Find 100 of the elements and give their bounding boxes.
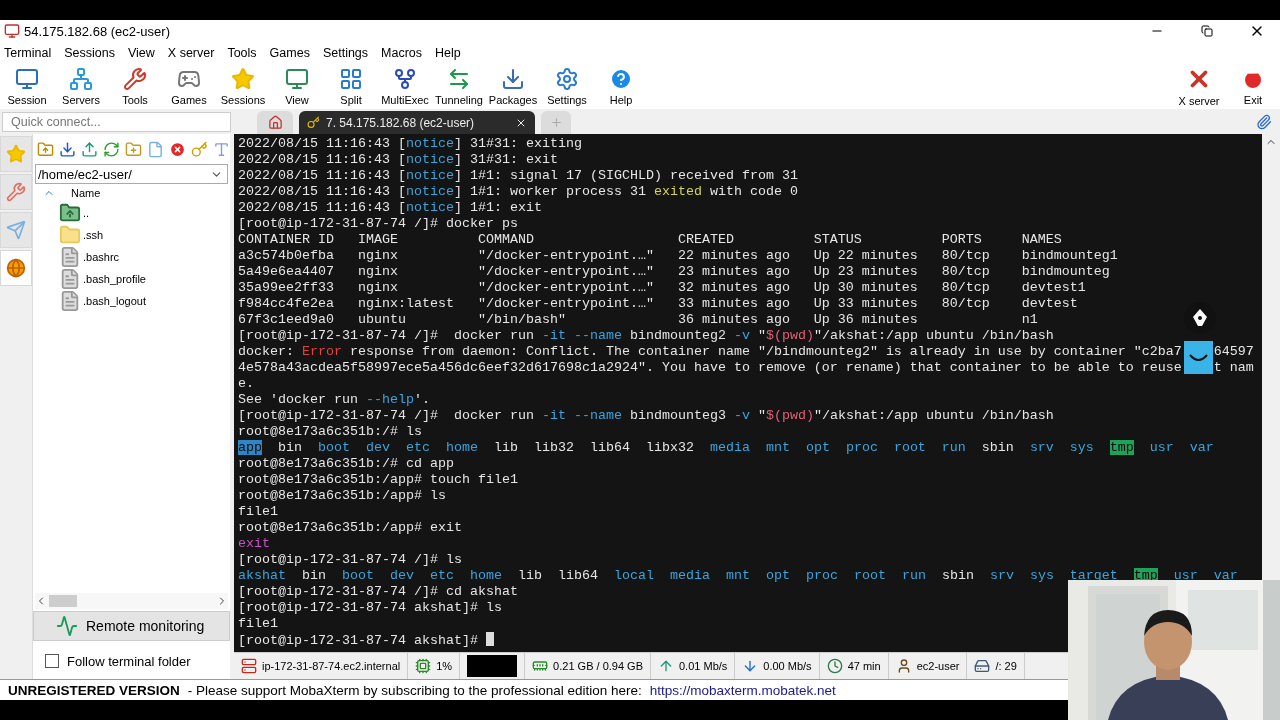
session-tab[interactable]: 7. 54.175.182.68 (ec2-user) <box>299 111 535 134</box>
menu-item[interactable]: Macros <box>381 45 423 60</box>
paper-plane-icon <box>6 220 26 240</box>
terminal-line: [root@ip-172-31-87-74 akshat]# ls <box>238 600 503 616</box>
status-text: 1% <box>436 660 453 672</box>
path-dropdown[interactable]: /home/ec2-user/ <box>35 164 228 184</box>
terminal-line: file1 <box>238 616 279 632</box>
support-message: - Please support MobaXterm by subscribing to the professional edition here: <box>187 682 642 698</box>
network-icon <box>69 66 93 91</box>
toolbar-button[interactable]: Help <box>594 64 648 108</box>
remote-monitoring-button[interactable]: Remote monitoring <box>33 611 230 641</box>
toolbar-button[interactable]: Packages <box>486 64 540 108</box>
clock-icon <box>826 658 843 674</box>
delete-icon[interactable] <box>169 140 186 158</box>
file-icon <box>59 246 81 268</box>
home-icon <box>267 115 283 130</box>
file-name[interactable]: .bashrc <box>83 251 120 263</box>
terminal-line: 4e578a43acdea5f58997ece5a456dc6eef32d617698c1a2924". You have to remove (or rename) that container to be able to reuse t nam <box>238 360 1255 376</box>
folder-up-icon[interactable] <box>37 140 54 158</box>
menu-item[interactable]: Tools <box>227 45 257 60</box>
text-icon[interactable] <box>213 140 230 158</box>
scroll-thumb[interactable] <box>49 595 77 607</box>
download-icon <box>501 66 525 91</box>
wrench-icon <box>123 66 147 91</box>
refresh-icon[interactable] <box>103 140 120 158</box>
menu-item[interactable]: Sessions <box>64 45 115 60</box>
horizontal-scrollbar[interactable] <box>35 593 228 609</box>
sidebar-tab[interactable] <box>0 250 32 286</box>
cpu-graph <box>467 655 518 677</box>
parent-folder-icon <box>59 202 81 224</box>
menu-item[interactable]: X server <box>167 45 215 60</box>
terminal-line: [root@ip-172-31-87-74 /]# ls <box>238 552 463 568</box>
toolbar-button[interactable]: X server <box>1172 64 1226 108</box>
terminal-line: 67f3c1eed9a0 ubuntu "/bin/bash" 36 minutes ago Up 36 minutes n1 <box>238 312 1039 328</box>
menu-item[interactable]: View <box>128 45 155 60</box>
monitor-icon <box>15 66 39 91</box>
upload-icon[interactable] <box>81 140 98 158</box>
new-tab[interactable] <box>541 111 571 134</box>
terminal-line: root@8e173a6c351b:/app# ls <box>238 488 447 504</box>
toolbar-button[interactable]: MultiExec <box>378 64 432 108</box>
terminal-line: 2022/08/15 11:16:43 [notice] 1#1: signal 17 (SIGCHLD) received from 31 <box>238 168 799 184</box>
status-text: 0.00 Mb/s <box>763 660 812 672</box>
status-text: 47 min <box>847 660 881 672</box>
file-name[interactable]: .ssh <box>83 229 104 241</box>
toolbar-button[interactable]: Tools <box>108 64 162 108</box>
terminal-line: a3c574b0efba nginx "/docker-entrypoint.…" 22 minutes ago Up 22 minutes 80/tcp bindmounteg1 <box>238 248 1119 264</box>
menu-item[interactable]: Help <box>435 45 461 60</box>
memory-icon <box>532 658 549 674</box>
status-text: 0.21 GB / 0.94 GB <box>553 660 643 672</box>
home-tab[interactable] <box>257 111 293 134</box>
toolbar-button[interactable]: Settings <box>540 64 594 108</box>
terminal-line: [root@ip-172-31-87-74 /]# docker run -it --name bindmounteg3 -v "$(pwd)"/akshat:/app ubuntu /bin/bash <box>238 408 1055 424</box>
download-icon[interactable] <box>59 140 76 158</box>
website-link[interactable]: https://mobaxterm.mobatek.net <box>649 682 836 698</box>
terminal-line: e. <box>238 376 255 392</box>
terminal-line: f984cc4fe2ea nginx:latest "/docker-entrypoint.…" 33 minutes ago Up 33 minutes 80/tcp devtest <box>238 296 1079 312</box>
quick-connect-field[interactable]: Quick connect... <box>2 111 231 132</box>
toolbar-button[interactable]: Servers <box>54 64 108 108</box>
terminal-line: 35a99ee2ff33 nginx "/docker-entrypoint.…" 32 minutes ago Up 30 minutes 80/tcp devtest1 <box>238 280 1087 296</box>
star-icon <box>231 66 255 91</box>
smile-icon <box>1184 341 1213 374</box>
menu-item[interactable]: Settings <box>322 45 369 60</box>
terminal-line: See 'docker run --help'. <box>238 392 431 408</box>
chip-icon <box>415 658 432 674</box>
new-file-icon[interactable] <box>147 140 164 158</box>
toolbar-button[interactable]: Session <box>0 64 54 108</box>
terminal[interactable] <box>234 134 1262 652</box>
server-icon <box>241 658 257 674</box>
key-icon <box>307 116 320 129</box>
attach-icon[interactable] <box>1256 113 1272 130</box>
menu-item[interactable]: Terminal <box>4 45 52 60</box>
toolbar-button[interactable]: Tunneling <box>432 64 486 108</box>
sidebar-tab[interactable] <box>0 212 32 248</box>
sidebar-tab[interactable] <box>0 174 32 210</box>
terminal-line: 2022/08/15 11:16:43 [notice] 1#1: worker process 31 exited with code 0 <box>238 184 799 200</box>
key-icon[interactable] <box>191 140 208 158</box>
toolbar-button[interactable]: Exit <box>1226 64 1280 108</box>
toolbar-button[interactable]: Sessions <box>216 64 270 108</box>
file-name[interactable]: .bash_profile <box>83 273 146 285</box>
toolbar-button[interactable]: Games <box>162 64 216 108</box>
file-name[interactable]: .. <box>83 207 90 219</box>
terminal-line: CONTAINER ID IMAGE COMMAND CREATED STATUS PORTS NAMES <box>238 232 1063 248</box>
terminal-line: root@8e173a6c351b:/# cd app <box>238 456 455 472</box>
terminal-line: app bin boot dev etc home lib lib32 lib64 libx32 media mnt opt proc root run sbin srv sys tmp usr var <box>238 440 1215 456</box>
wrench-icon <box>6 182 26 202</box>
checkbox[interactable] <box>45 654 59 668</box>
toolbar-button[interactable]: Split <box>324 64 378 108</box>
terminal-line: root@8e173a6c351b:/app# exit <box>238 520 463 536</box>
monitor-icon <box>285 66 309 91</box>
new-folder-icon[interactable] <box>125 140 142 158</box>
checkbox-label: Follow terminal folder <box>67 653 191 669</box>
column-header[interactable]: Name <box>71 187 101 199</box>
window-title: 54.175.182.68 (ec2-user) <box>24 23 171 39</box>
toolbar-button[interactable]: View <box>270 64 324 108</box>
status-text: 0.01 Mb/s <box>679 660 728 672</box>
file-name[interactable]: .bash_logout <box>83 295 146 307</box>
menu-item[interactable]: Games <box>269 45 310 60</box>
star-icon <box>6 144 26 164</box>
terminal-line: root@8e173a6c351b:/app# touch file1 <box>238 472 519 488</box>
terminal-line: [root@ip-172-31-87-74 /]# docker run -it --name bindmounteg2 -v "$(pwd)"/akshat:/app ubuntu /bin/bash <box>238 328 1055 344</box>
